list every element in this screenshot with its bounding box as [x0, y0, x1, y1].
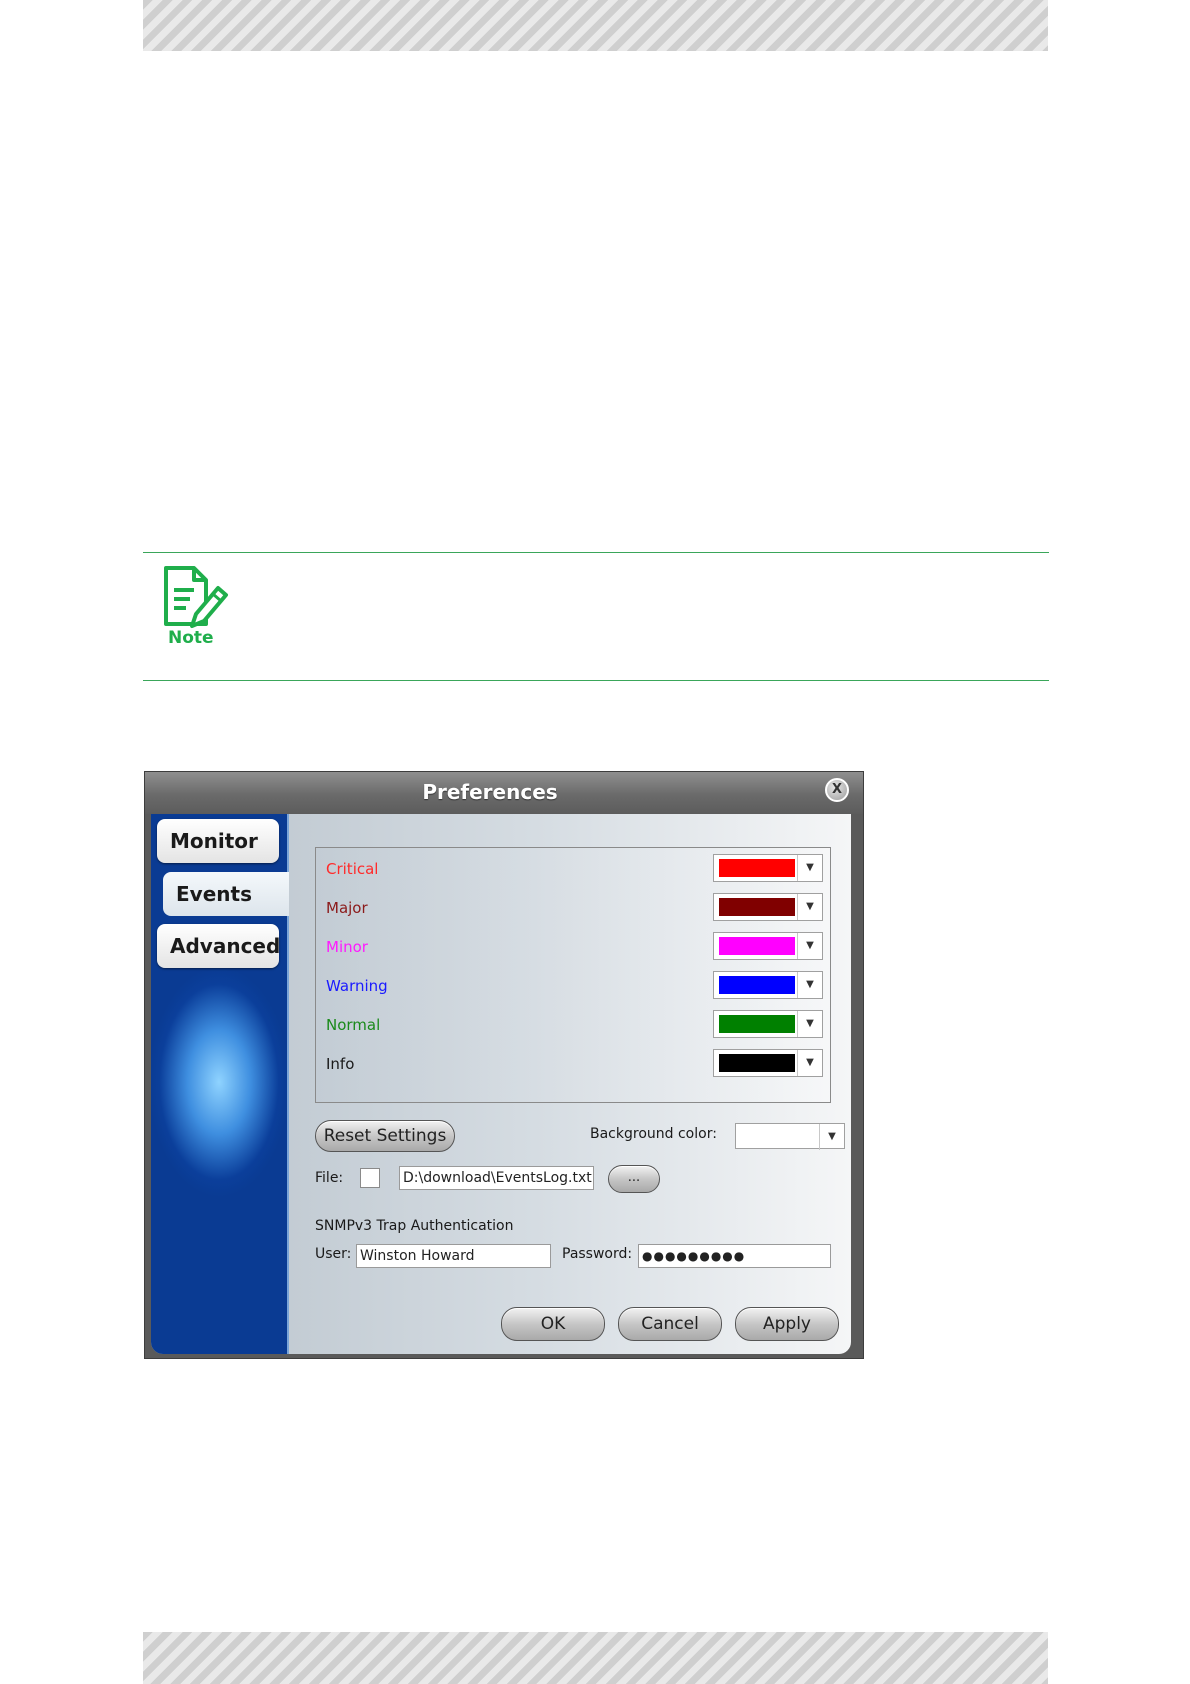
browse-button[interactable]: ... — [608, 1165, 660, 1193]
background-color-picker[interactable]: ▼ — [735, 1123, 845, 1150]
dialog-titlebar[interactable]: Preferences X — [145, 772, 863, 814]
critical-color-swatch — [719, 859, 795, 877]
major-color-picker[interactable]: ▼ — [713, 893, 823, 921]
severity-label-normal: Normal — [326, 1016, 381, 1034]
user-label: User: — [315, 1246, 352, 1262]
dialog-title: Preferences — [422, 780, 558, 804]
minor-color-picker[interactable]: ▼ — [713, 932, 823, 960]
info-color-swatch — [719, 1054, 795, 1072]
normal-color-picker[interactable]: ▼ — [713, 1010, 823, 1038]
severity-row-minor: Minor ▼ — [316, 932, 830, 962]
snmp-section-heading: SNMPv3 Trap Authentication — [315, 1218, 514, 1234]
major-color-swatch — [719, 898, 795, 916]
warning-color-swatch — [719, 976, 795, 994]
password-label: Password: — [562, 1246, 633, 1262]
cancel-button[interactable]: Cancel — [618, 1307, 722, 1341]
chevron-down-icon[interactable]: ▼ — [797, 972, 822, 998]
severity-row-critical: Critical ▼ — [316, 854, 830, 884]
critical-color-picker[interactable]: ▼ — [713, 854, 823, 882]
severity-label-info: Info — [326, 1055, 355, 1073]
info-color-picker[interactable]: ▼ — [713, 1049, 823, 1077]
severity-label-critical: Critical — [326, 860, 379, 878]
user-input[interactable]: Winston Howard — [356, 1244, 551, 1268]
severity-label-major: Major — [326, 899, 368, 917]
background-color-label: Background color: — [590, 1126, 717, 1142]
page-header-band — [143, 0, 1048, 51]
normal-color-swatch — [719, 1015, 795, 1033]
severity-label-minor: Minor — [326, 938, 368, 956]
file-path-input[interactable]: D:\download\EventsLog.txt — [399, 1166, 594, 1190]
tab-monitor[interactable]: Monitor — [157, 819, 279, 863]
note-label: Note — [168, 628, 214, 648]
close-button[interactable]: X — [825, 778, 849, 802]
chevron-down-icon[interactable]: ▼ — [819, 1124, 844, 1150]
apply-button[interactable]: Apply — [735, 1307, 839, 1341]
chevron-down-icon[interactable]: ▼ — [797, 1050, 822, 1076]
ok-button[interactable]: OK — [501, 1307, 605, 1341]
page-footer-band — [143, 1632, 1048, 1684]
chevron-down-icon[interactable]: ▼ — [797, 933, 822, 959]
tab-events[interactable]: Events — [163, 872, 289, 916]
warning-color-picker[interactable]: ▼ — [713, 971, 823, 999]
file-log-checkbox[interactable] — [360, 1168, 380, 1188]
tab-advanced[interactable]: Advanced — [157, 924, 280, 968]
preferences-dialog: Preferences X Monitor Events Advanced Cr… — [144, 771, 864, 1359]
severity-row-major: Major ▼ — [316, 893, 830, 923]
file-label: File: — [315, 1170, 344, 1186]
chevron-down-icon[interactable]: ▼ — [797, 855, 822, 881]
password-input[interactable]: ●●●●●●●●● — [638, 1244, 831, 1268]
severity-label-warning: Warning — [326, 977, 388, 995]
severity-color-panel: Critical ▼ Major ▼ Minor ▼ Warning ▼ Nor… — [315, 847, 831, 1103]
dialog-body: Monitor Events Advanced Critical ▼ Major… — [151, 814, 851, 1354]
chevron-down-icon[interactable]: ▼ — [797, 894, 822, 920]
note-top-divider — [143, 552, 1049, 553]
severity-row-info: Info ▼ — [316, 1049, 830, 1079]
note-bottom-divider — [143, 680, 1049, 681]
minor-color-swatch — [719, 937, 795, 955]
tab-sidebar: Monitor Events Advanced — [151, 814, 289, 1354]
reset-settings-button[interactable]: Reset Settings — [315, 1120, 455, 1152]
severity-row-normal: Normal ▼ — [316, 1010, 830, 1040]
chevron-down-icon[interactable]: ▼ — [797, 1011, 822, 1037]
severity-row-warning: Warning ▼ — [316, 971, 830, 1001]
